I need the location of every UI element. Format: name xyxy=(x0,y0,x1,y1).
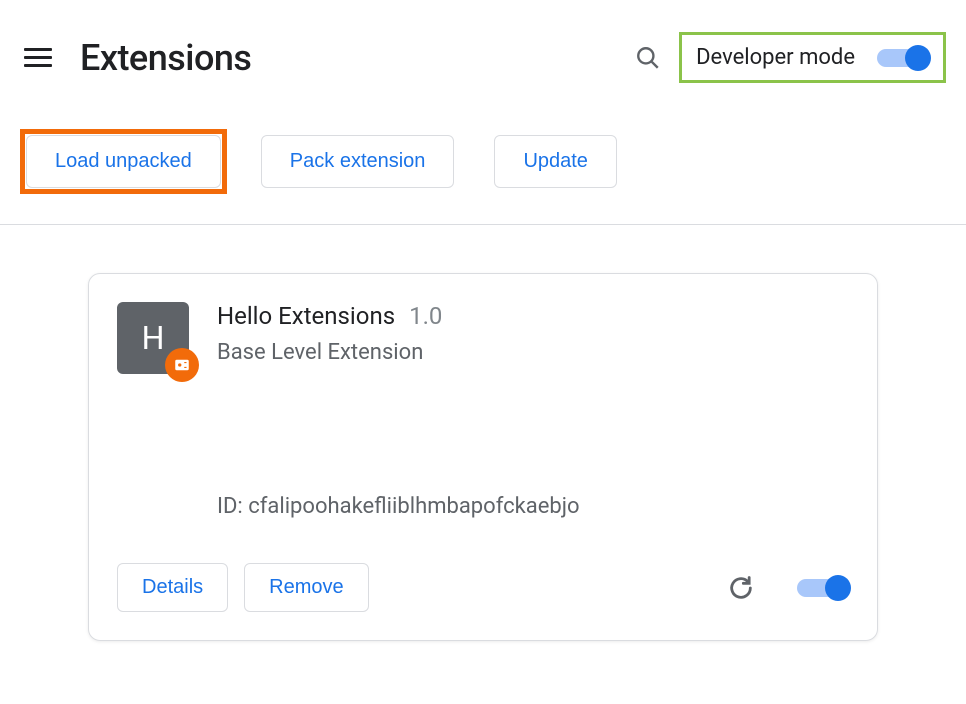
remove-button[interactable]: Remove xyxy=(244,563,368,612)
load-unpacked-button[interactable]: Load unpacked xyxy=(26,135,221,188)
pack-extension-button[interactable]: Pack extension xyxy=(261,135,455,188)
reload-icon[interactable] xyxy=(727,574,755,602)
unpacked-badge-icon xyxy=(165,348,199,382)
extension-enable-toggle[interactable] xyxy=(797,577,849,599)
pack-extension-wrap: Pack extension xyxy=(255,129,461,194)
update-wrap: Update xyxy=(488,129,623,194)
extension-card: H Hello Extensions 1.0 Base Level Extens… xyxy=(88,273,878,641)
extension-description: Base Level Extension xyxy=(217,340,849,365)
extension-info: Hello Extensions 1.0 Base Level Extensio… xyxy=(217,302,849,374)
developer-mode-section: Developer mode xyxy=(679,32,946,83)
page-title: Extensions xyxy=(80,37,635,79)
extension-icon-wrap: H xyxy=(117,302,189,374)
extensions-list: H Hello Extensions 1.0 Base Level Extens… xyxy=(0,225,966,689)
update-button[interactable]: Update xyxy=(494,135,617,188)
extension-version: 1.0 xyxy=(409,302,442,330)
developer-mode-toggle[interactable] xyxy=(877,47,929,69)
search-icon[interactable] xyxy=(635,45,661,71)
load-unpacked-highlight: Load unpacked xyxy=(20,129,227,194)
extension-header: H Hello Extensions 1.0 Base Level Extens… xyxy=(117,302,849,374)
developer-toolbar: Load unpacked Pack extension Update xyxy=(0,103,966,225)
extension-footer: Details Remove xyxy=(117,563,849,612)
extension-id: ID: cfalipoohakefliiblhmbapofckaebjo xyxy=(217,494,849,519)
extension-id-value: cfalipoohakefliiblhmbapofckaebjo xyxy=(248,494,579,519)
extension-id-label: ID: xyxy=(217,494,243,519)
menu-icon[interactable] xyxy=(24,44,52,72)
extension-name: Hello Extensions xyxy=(217,302,395,330)
details-button[interactable]: Details xyxy=(117,563,228,612)
header-bar: Extensions Developer mode xyxy=(0,0,966,103)
developer-mode-label: Developer mode xyxy=(696,45,855,70)
